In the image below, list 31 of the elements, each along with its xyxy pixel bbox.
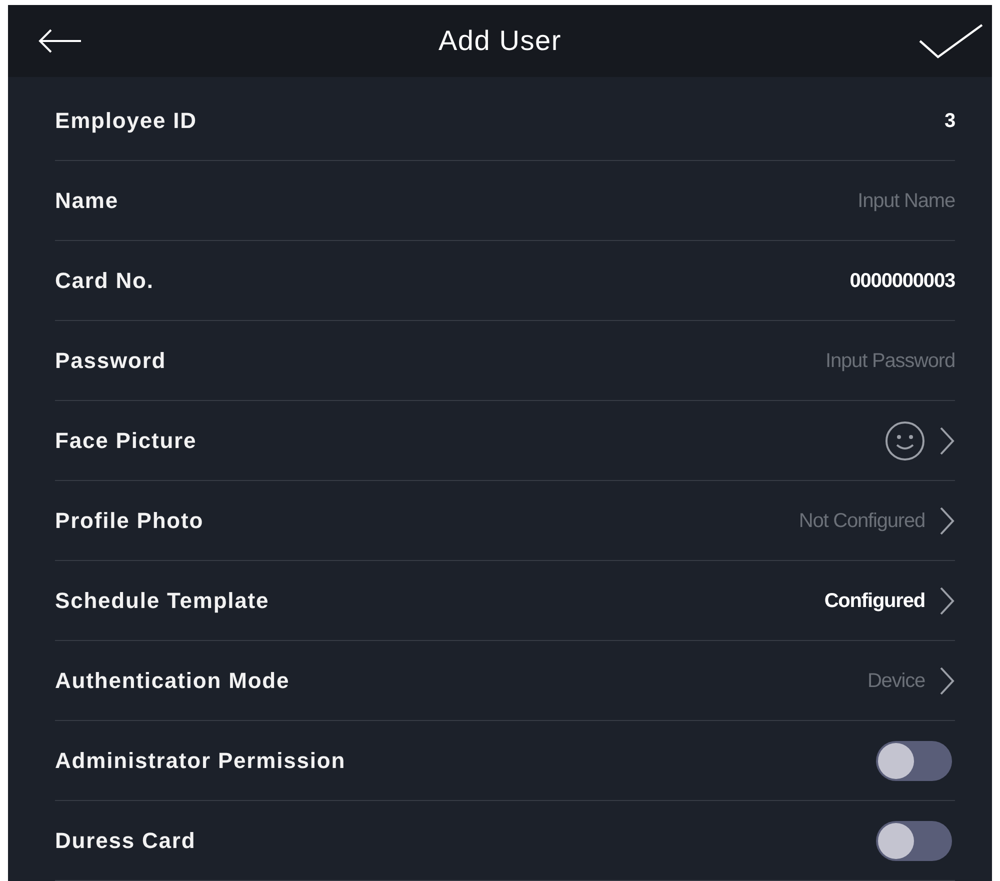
chevron-right-icon bbox=[939, 586, 955, 614]
input-field[interactable]: Input Password bbox=[823, 346, 955, 376]
row-label: Face Picture bbox=[55, 427, 197, 455]
face-picture-button[interactable] bbox=[885, 420, 955, 460]
checkmark-icon bbox=[918, 23, 984, 59]
back-arrow-icon bbox=[38, 28, 82, 54]
input-field[interactable]: Input Name bbox=[855, 186, 955, 216]
chevron-right-icon bbox=[939, 666, 955, 694]
row-value: Configured bbox=[824, 588, 925, 614]
toggle-switch[interactable] bbox=[876, 820, 952, 860]
row-label: Employee ID bbox=[55, 107, 197, 135]
toggle-switch[interactable] bbox=[876, 740, 952, 780]
row-label: Profile Photo bbox=[55, 507, 204, 535]
chevron-right-icon bbox=[939, 426, 955, 454]
row-label: Administrator Permission bbox=[55, 747, 346, 775]
row-value: Device bbox=[867, 668, 925, 694]
row-label: Authentication Mode bbox=[55, 667, 290, 695]
smiley-face-icon bbox=[885, 420, 925, 460]
screen-title: Add User bbox=[438, 24, 562, 58]
chevron-right-icon bbox=[939, 506, 955, 534]
row-label: Schedule Template bbox=[55, 587, 270, 615]
row-value: Not Configured bbox=[798, 508, 925, 534]
row-label: Name bbox=[55, 187, 119, 215]
back-button[interactable] bbox=[38, 28, 82, 54]
confirm-button[interactable] bbox=[918, 23, 984, 59]
row-label: Card No. bbox=[55, 267, 154, 295]
value-link[interactable]: Configured bbox=[824, 586, 955, 616]
input-field[interactable]: 0000000003 bbox=[847, 266, 955, 296]
row-label: Password bbox=[55, 347, 166, 375]
input-field[interactable]: 3 bbox=[942, 106, 955, 136]
row-label: Duress Card bbox=[55, 827, 196, 855]
